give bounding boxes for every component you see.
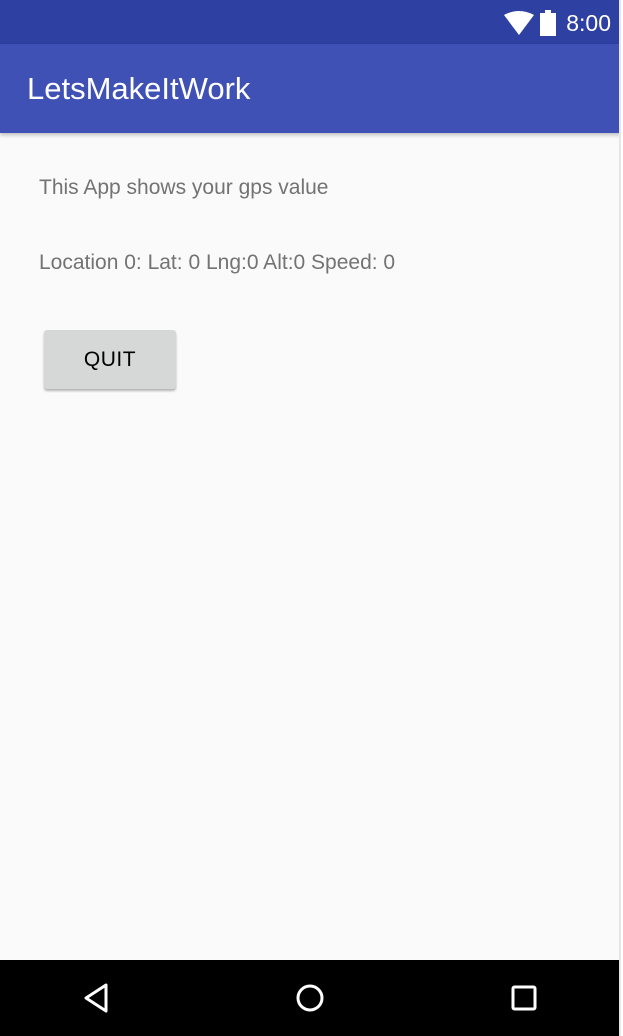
recents-icon	[511, 985, 537, 1011]
main-content: This App shows your gps value Location 0…	[0, 133, 619, 959]
location-readout: Location 0: Lat: 0 Lng:0 Alt:0 Speed: 0	[39, 251, 396, 274]
back-icon	[84, 983, 108, 1013]
quit-button[interactable]: QUIT	[44, 330, 176, 389]
navigation-bar	[0, 960, 619, 1036]
status-bar: 8:00	[0, 0, 619, 44]
status-time: 8:00	[566, 10, 611, 36]
app-description: This App shows your gps value	[39, 176, 329, 199]
phone-screen: 8:00 LetsMakeItWork This App shows your …	[0, 0, 621, 1036]
recents-button[interactable]	[496, 972, 552, 1024]
status-icons: 8:00	[504, 8, 611, 38]
back-button[interactable]	[68, 972, 124, 1024]
home-button[interactable]	[282, 972, 338, 1024]
wifi-icon	[504, 11, 535, 35]
app-title: LetsMakeItWork	[27, 71, 251, 106]
battery-icon	[540, 10, 557, 36]
home-icon	[296, 984, 324, 1012]
app-bar: LetsMakeItWork	[0, 44, 619, 133]
